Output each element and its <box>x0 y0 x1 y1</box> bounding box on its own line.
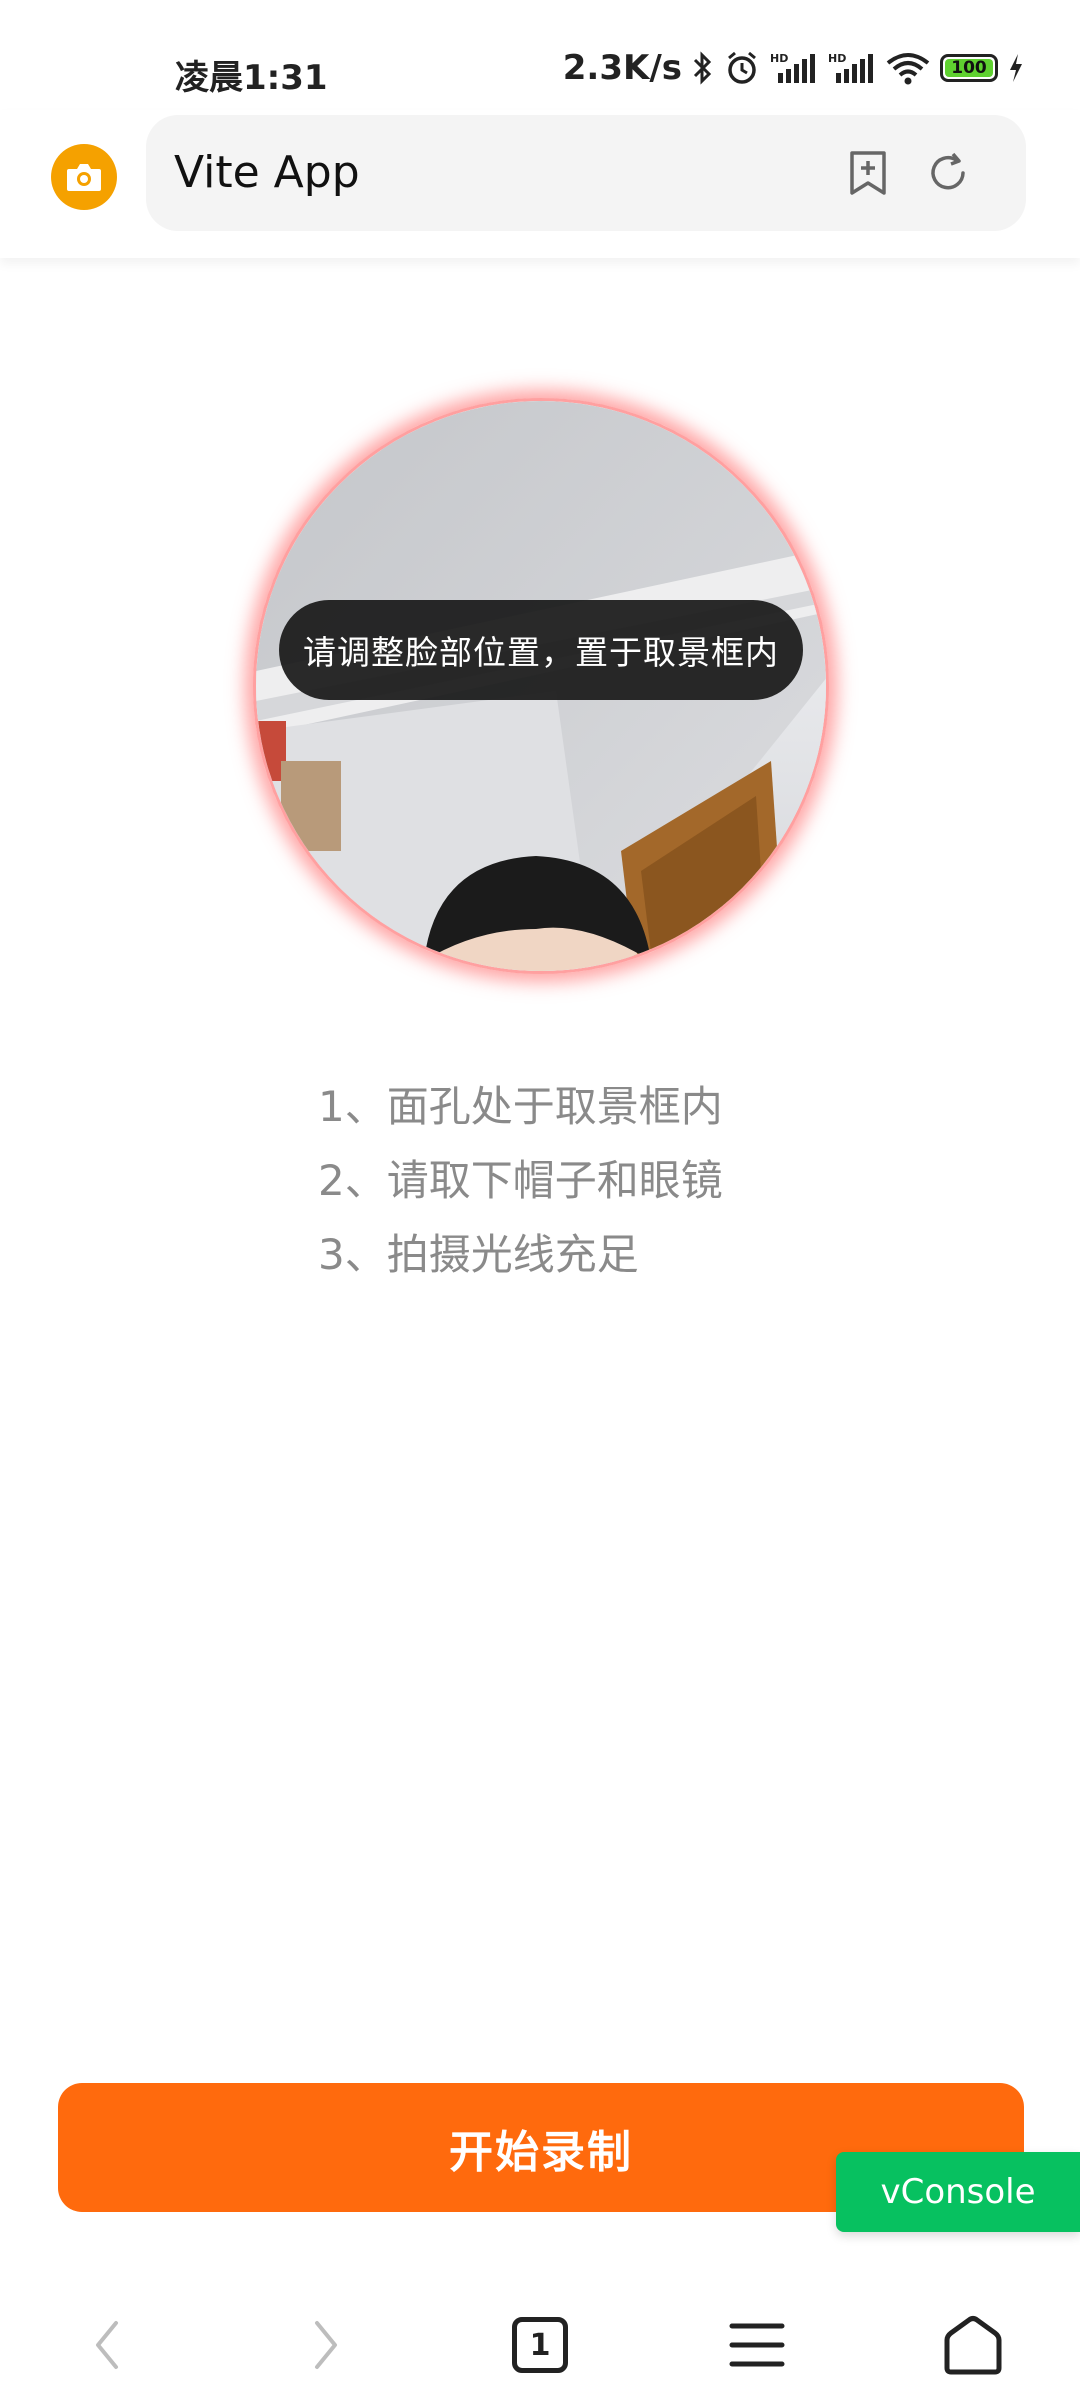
battery-icon: 100 <box>940 54 998 82</box>
chevron-left-icon <box>96 2321 118 2369</box>
face-position-hint: 请调整脸部位置，置于取景框内 <box>279 600 803 700</box>
instruction-item: 2、请取下帽子和眼镜 <box>318 1156 723 1205</box>
page-title: Vite App <box>174 147 360 198</box>
menu-icon <box>729 2323 785 2367</box>
back-button[interactable] <box>63 2300 153 2390</box>
instruction-item: 1、面孔处于取景框内 <box>318 1082 723 1131</box>
refresh-icon[interactable] <box>920 145 976 201</box>
tabs-button[interactable]: 1 <box>495 2300 585 2390</box>
network-speed: 2.3K/s <box>562 48 682 88</box>
instruction-item: 3、拍摄光线充足 <box>318 1230 639 1279</box>
menu-button[interactable] <box>712 2300 802 2390</box>
vconsole-button[interactable]: vConsole <box>836 2152 1080 2232</box>
home-icon <box>944 2316 1002 2375</box>
address-bar[interactable]: Vite App <box>146 115 1026 231</box>
tab-count: 1 <box>512 2317 568 2373</box>
status-time: 凌晨1:31 <box>175 58 328 98</box>
charging-icon <box>1008 53 1024 83</box>
signal-hd-1-icon: HD <box>770 51 818 85</box>
add-bookmark-icon[interactable] <box>840 145 896 201</box>
status-icons: 2.3K/s HD HD 100 <box>563 48 1024 88</box>
svg-text:HD: HD <box>828 52 846 65</box>
browser-toolbar: Vite App <box>0 110 1080 258</box>
bottom-navigation: 1 <box>0 2290 1080 2400</box>
alarm-icon <box>724 50 760 86</box>
wifi-icon <box>886 51 930 85</box>
battery-level: 100 <box>951 58 987 78</box>
svg-text:HD: HD <box>770 52 788 65</box>
chevron-right-icon <box>315 2321 337 2369</box>
forward-button[interactable] <box>280 2300 370 2390</box>
camera-site-icon[interactable] <box>51 144 117 210</box>
bluetooth-icon <box>692 51 714 85</box>
signal-hd-2-icon: HD <box>828 51 876 85</box>
home-button[interactable] <box>928 2300 1018 2390</box>
instructions-list: 1、面孔处于取景框内 2、请取下帽子和眼镜 3、拍摄光线充足 <box>318 1070 723 1292</box>
